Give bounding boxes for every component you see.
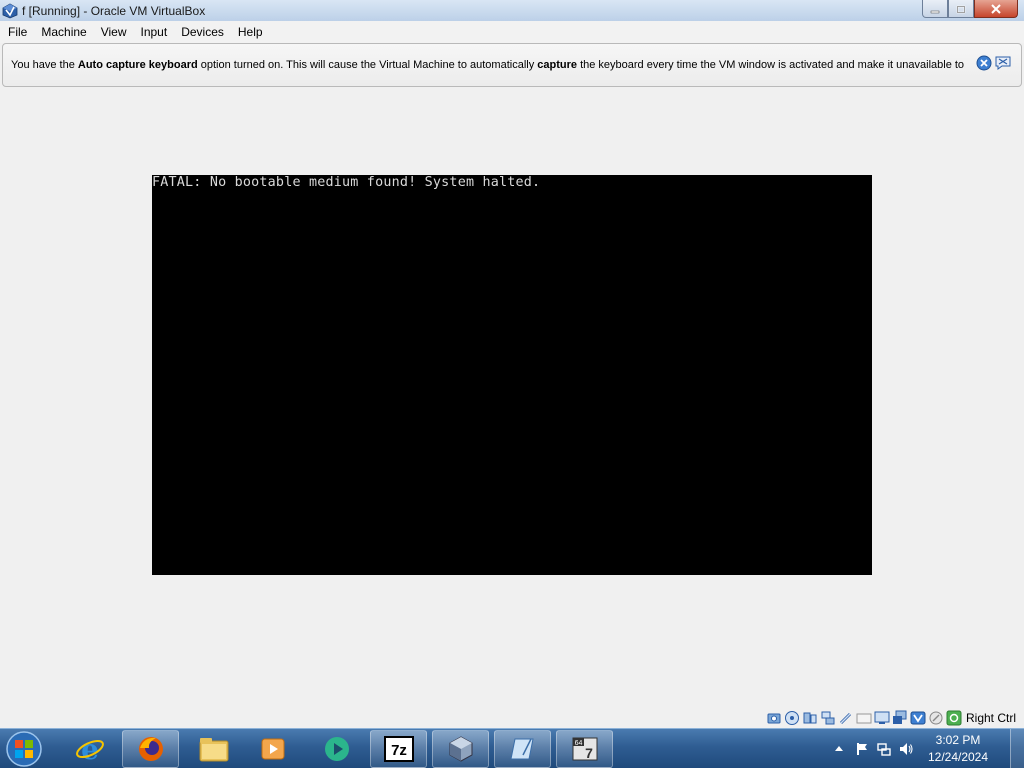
auto-capture-notification: You have the Auto capture keyboard optio…	[2, 43, 1022, 87]
usb-icon[interactable]	[838, 710, 854, 726]
menu-help[interactable]: Help	[231, 21, 270, 43]
vm-display[interactable]: FATAL: No bootable medium found! System …	[152, 175, 872, 575]
virtualbox-running-icon: 64 7	[572, 737, 597, 761]
host-key-label: Right Ctrl	[966, 711, 1017, 725]
taskbar-app[interactable]	[308, 730, 365, 768]
taskbar-notepad[interactable]	[494, 730, 551, 768]
notice-part3: the keyboard every time the VM window is…	[577, 59, 965, 71]
taskbar-virtualbox[interactable]	[432, 730, 489, 768]
clock[interactable]: 3:02 PM 12/24/2024	[920, 732, 996, 766]
virtualbox-icon	[2, 3, 18, 18]
start-button[interactable]	[4, 730, 44, 768]
hard-disk-icon[interactable]	[766, 710, 782, 726]
clock-date: 12/24/2024	[927, 750, 989, 764]
taskbar-7zip[interactable]: 7z	[370, 730, 427, 768]
vm-status-bar: Right Ctrl	[766, 709, 1016, 727]
menu-devices[interactable]: Devices	[174, 21, 231, 43]
audio-icon[interactable]	[802, 710, 818, 726]
notepad-icon	[509, 738, 534, 760]
taskbar-virtualbox-running[interactable]: 64 7	[556, 730, 613, 768]
firefox-icon	[138, 737, 163, 761]
svg-text:7z: 7z	[391, 742, 407, 759]
minimize-icon	[930, 10, 940, 13]
menu-input[interactable]: Input	[134, 21, 175, 43]
menu-file[interactable]: File	[0, 21, 34, 43]
restore-icon	[956, 5, 966, 13]
notice-bold1: Auto capture keyboard	[77, 59, 198, 71]
action-center-icon[interactable]	[854, 741, 870, 757]
network-tray-icon[interactable]	[876, 741, 892, 757]
menu-bar: File Machine View Input Devices Help	[0, 21, 1024, 43]
svg-text:7: 7	[585, 745, 593, 761]
notice-bold2: capture	[537, 59, 578, 71]
notification-text: You have the Auto capture keyboard optio…	[11, 59, 971, 71]
file-explorer-icon	[199, 738, 228, 762]
internet-explorer-icon: e	[75, 733, 104, 765]
7zip-icon: 7z	[383, 736, 414, 762]
clock-time: 3:02 PM	[935, 733, 981, 747]
minimize-button[interactable]	[922, 0, 948, 18]
taskbar-file-explorer[interactable]	[185, 730, 242, 768]
media-player-icon	[261, 738, 284, 760]
system-tray: 3:02 PM 12/24/2024	[832, 729, 1024, 768]
close-button[interactable]	[974, 0, 1018, 18]
video-capture-icon[interactable]	[892, 710, 908, 726]
window-controls	[922, 0, 1018, 18]
taskbar: e 7z 64 7 3:02 PM 12/24/2024	[0, 728, 1024, 768]
close-icon	[991, 3, 1001, 14]
taskbar-internet-explorer[interactable]: e	[61, 730, 118, 768]
virtualization-icon[interactable]	[910, 710, 926, 726]
keyboard-capture-icon[interactable]	[946, 710, 962, 726]
taskbar-media-player[interactable]	[244, 730, 301, 768]
menu-machine[interactable]: Machine	[34, 21, 93, 43]
network-icon[interactable]	[820, 710, 836, 726]
optical-disk-icon[interactable]	[784, 710, 800, 726]
svg-text:e: e	[81, 733, 99, 765]
app-icon	[324, 737, 349, 761]
mouse-integration-icon[interactable]	[928, 710, 944, 726]
do-not-show-again-icon[interactable]	[995, 55, 1011, 71]
notification-buttons	[976, 55, 1011, 71]
notice-part2: option turned on. This will cause the Vi…	[197, 59, 538, 71]
window-title: f [Running] - Oracle VM VirtualBox	[22, 3, 206, 18]
title-bar[interactable]: f [Running] - Oracle VM VirtualBox	[0, 0, 1024, 21]
close-notification-icon[interactable]	[976, 55, 992, 71]
svg-text:64: 64	[574, 740, 582, 747]
volume-icon[interactable]	[898, 741, 914, 757]
vm-boot-message: FATAL: No bootable medium found! System …	[152, 175, 541, 190]
menu-view[interactable]: View	[94, 21, 134, 43]
display-icon[interactable]	[874, 710, 890, 726]
notice-part1: You have the	[11, 59, 78, 71]
restore-button[interactable]	[948, 0, 974, 18]
shared-folders-icon[interactable]	[856, 710, 872, 726]
virtualbox-icon	[449, 736, 472, 762]
show-desktop-button[interactable]	[1010, 729, 1024, 768]
taskbar-firefox[interactable]	[122, 730, 179, 768]
show-hidden-icons-icon[interactable]	[832, 742, 846, 756]
